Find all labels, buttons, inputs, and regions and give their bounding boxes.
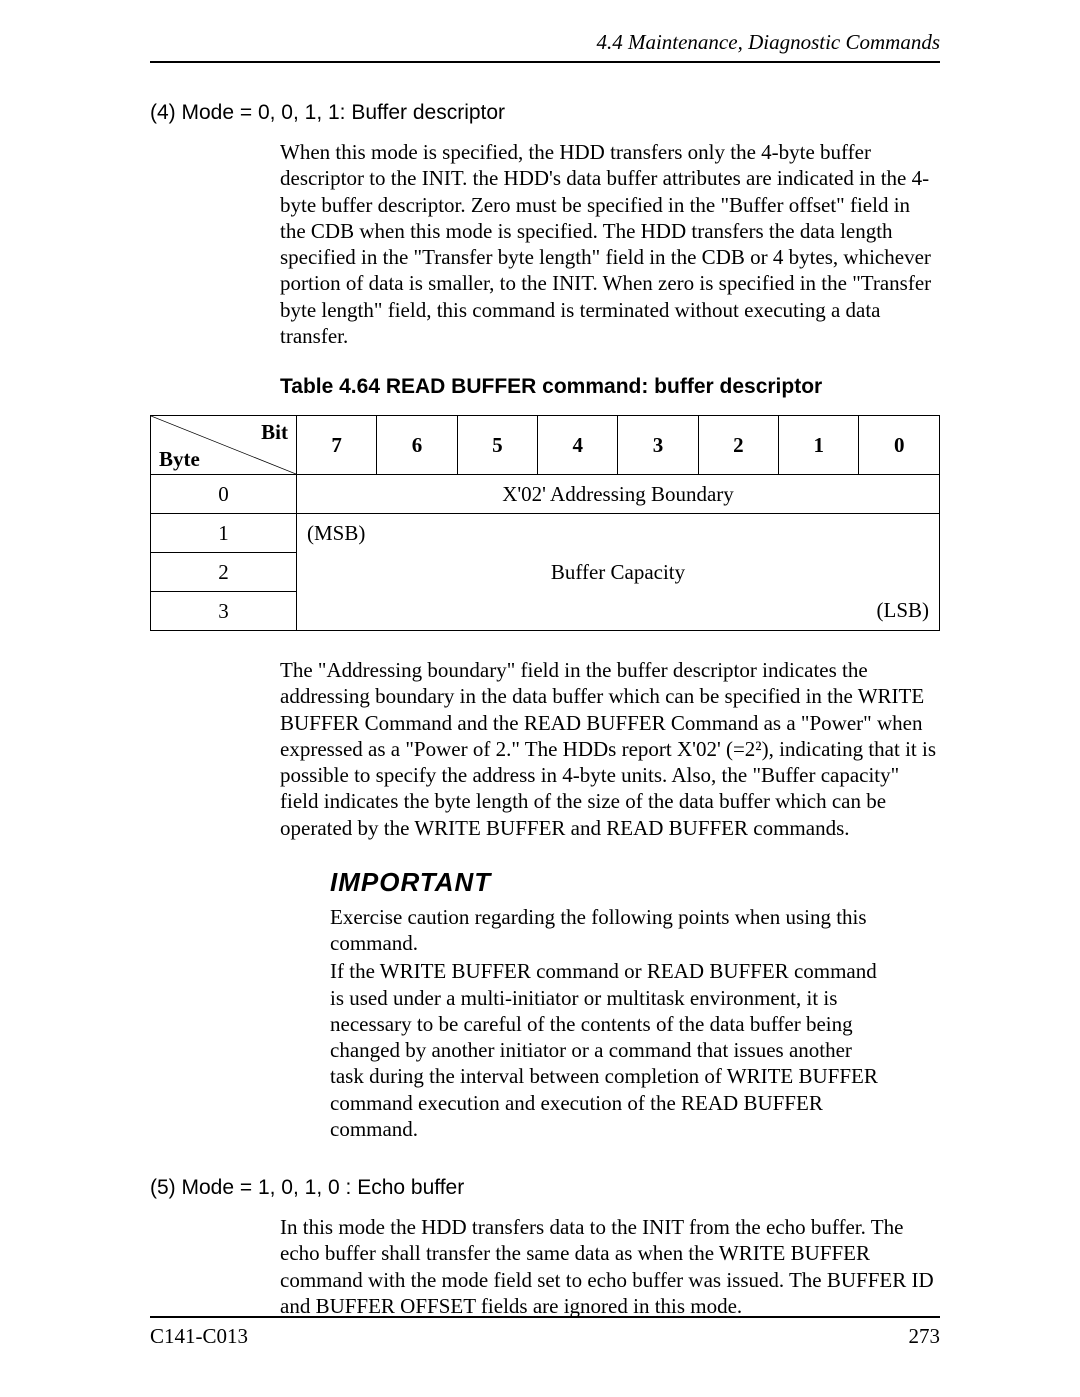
bit-col-7: 7 (297, 416, 377, 475)
footer-doc-id: C141-C013 (150, 1324, 248, 1349)
important-paragraph-2: If the WRITE BUFFER command or READ BUFF… (330, 958, 880, 1142)
corner-byte-label: Byte (159, 447, 200, 472)
row2-span: Buffer Capacity (297, 553, 940, 592)
row0-span: X'02' Addressing Boundary (297, 475, 940, 514)
after-table-body: The "Addressing boundary" field in the b… (280, 657, 940, 841)
table-row: 0 X'02' Addressing Boundary (151, 475, 940, 514)
page-content: 4.4 Maintenance, Diagnostic Commands (4)… (150, 30, 940, 1317)
table-row: 1 (MSB) (151, 514, 940, 553)
corner-bit-label: Bit (261, 420, 288, 445)
bit-col-3: 3 (618, 416, 698, 475)
important-paragraph-1: Exercise caution regarding the following… (330, 904, 880, 957)
footer-rule (150, 1316, 940, 1318)
section-4-title: (4) Mode = 0, 0, 1, 1: Buffer descriptor (150, 101, 940, 125)
table-row: 3 (LSB) (151, 592, 940, 631)
page-footer: C141-C013 273 (150, 1316, 940, 1349)
section-5-title: (5) Mode = 1, 0, 1, 0 : Echo buffer (150, 1176, 940, 1200)
top-rule (150, 61, 940, 63)
important-label: IMPORTANT (330, 867, 940, 898)
bit-col-1: 1 (779, 416, 859, 475)
table-row: 2 Buffer Capacity (151, 553, 940, 592)
byte-label: 3 (151, 592, 297, 631)
byte-label: 0 (151, 475, 297, 514)
bit-col-6: 6 (377, 416, 457, 475)
bit-col-2: 2 (698, 416, 778, 475)
section-5-body: In this mode the HDD transfers data to t… (280, 1214, 940, 1319)
bit-col-4: 4 (538, 416, 618, 475)
running-header: 4.4 Maintenance, Diagnostic Commands (150, 30, 940, 61)
bit-col-5: 5 (457, 416, 537, 475)
footer-page-number: 273 (909, 1324, 941, 1349)
byte-label: 2 (151, 553, 297, 592)
buffer-descriptor-table: Bit Byte 7 6 5 4 3 2 1 0 0 X'02' Address… (150, 415, 940, 631)
bit-col-0: 0 (859, 416, 940, 475)
row3-span: (LSB) (297, 592, 940, 631)
section-4-body: When this mode is specified, the HDD tra… (280, 139, 940, 349)
table-row: Bit Byte 7 6 5 4 3 2 1 0 (151, 416, 940, 475)
table-caption: Table 4.64 READ BUFFER command: buffer d… (280, 375, 940, 399)
row1-span: (MSB) (297, 514, 940, 553)
byte-label: 1 (151, 514, 297, 553)
table-corner-cell: Bit Byte (151, 416, 297, 475)
